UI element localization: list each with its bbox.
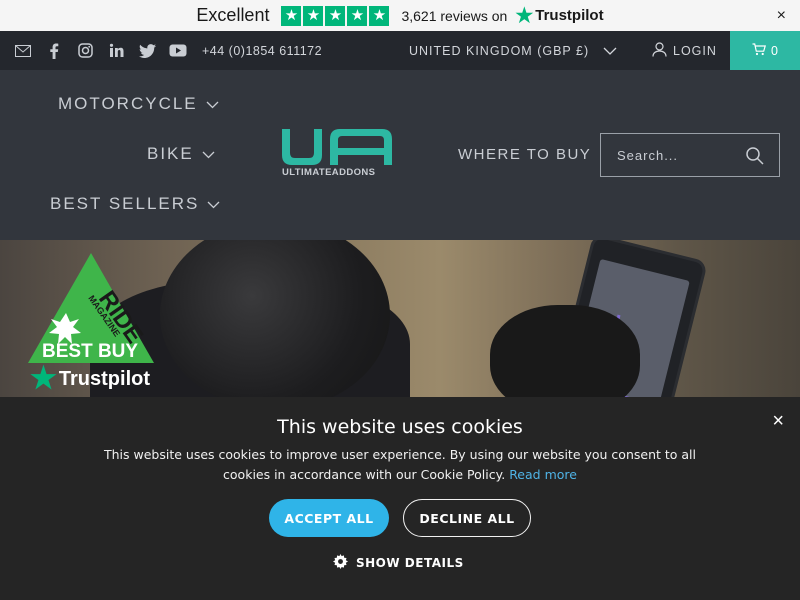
currency-label: UNITED KINGDOM (GBP £)	[409, 43, 590, 58]
gear-icon	[333, 554, 348, 572]
social-links: +44 (0)1854 611172	[14, 31, 322, 70]
chevron-down-icon	[603, 44, 617, 58]
hero-helmet	[160, 240, 390, 397]
twitter-icon[interactable]	[138, 42, 156, 60]
cart-count: 0	[771, 43, 778, 58]
site-header: MOTORCYCLE BIKE BEST SELLERS ULTIMATEADD…	[0, 70, 800, 240]
logo-text: ULTIMATEADDONS	[282, 167, 376, 178]
cookie-read-more-link[interactable]: Read more	[509, 467, 577, 482]
email-icon[interactable]	[14, 42, 32, 60]
utility-bar: +44 (0)1854 611172 UNITED KINGDOM (GBP £…	[0, 31, 800, 70]
hero-glove	[490, 305, 640, 397]
user-icon	[652, 41, 667, 60]
login-label: LOGIN	[673, 43, 717, 58]
trustpilot-bar: Excellent ★ ★ ★ ★ ★ 3,621 reviews on ★ T…	[0, 0, 800, 31]
star-icon: ★	[347, 5, 368, 26]
hero-trustpilot-text: Trustpilot	[58, 367, 151, 390]
trustpilot-stars: ★ ★ ★ ★ ★	[281, 5, 390, 26]
badge-best-buy-text: BEST BUY	[42, 341, 139, 362]
cookie-close-button[interactable]: ×	[772, 410, 784, 433]
search-input[interactable]	[617, 147, 737, 163]
trustpilot-star-icon: ★	[30, 362, 57, 395]
nav-label: BEST SELLERS	[50, 194, 200, 213]
star-icon: ★	[325, 5, 346, 26]
cart-icon	[752, 42, 767, 59]
nav-item-where-to-buy[interactable]: WHERE TO BUY	[458, 146, 591, 163]
trustpilot-brand-text: Trustpilot	[535, 7, 604, 24]
star-icon: ★	[369, 5, 390, 26]
star-icon: ★	[303, 5, 324, 26]
login-link[interactable]: LOGIN	[652, 31, 717, 70]
star-icon: ★	[281, 5, 302, 26]
chevron-down-icon	[207, 194, 220, 214]
search-icon[interactable]	[745, 146, 765, 166]
nav-item-bike[interactable]: BIKE	[147, 144, 215, 164]
nav-item-best-sellers[interactable]: BEST SELLERS	[50, 194, 220, 214]
show-details-toggle[interactable]: SHOW DETAILS	[333, 554, 464, 572]
chevron-down-icon	[206, 94, 219, 114]
hero-trustpilot-logo: ★ Trustpilot	[30, 364, 150, 394]
cookie-description: This website uses cookies to improve use…	[90, 445, 710, 485]
nav-label: BIKE	[147, 144, 194, 163]
cookie-text: This website uses cookies to improve use…	[103, 447, 696, 482]
cookie-title: This website uses cookies	[277, 416, 523, 438]
instagram-icon[interactable]	[76, 42, 94, 60]
trustpilot-star-icon: ★	[515, 5, 534, 27]
trustpilot-rating-text: Excellent	[196, 5, 270, 25]
show-details-label: SHOW DETAILS	[356, 556, 464, 570]
accept-all-button[interactable]: ACCEPT ALL	[269, 499, 389, 537]
search-box	[600, 133, 780, 177]
chevron-down-icon	[202, 144, 215, 164]
currency-selector[interactable]: UNITED KINGDOM (GBP £)	[409, 31, 617, 70]
nav-item-motorcycle[interactable]: MOTORCYCLE	[58, 94, 219, 114]
phone-number[interactable]: +44 (0)1854 611172	[202, 44, 322, 58]
facebook-icon[interactable]	[45, 42, 63, 60]
nav-label: MOTORCYCLE	[58, 94, 198, 113]
cookie-banner: This website uses cookies × This website…	[0, 397, 800, 600]
hero-banner[interactable]: RIDE MAGAZINE BEST BUY ★ Trustpilot	[0, 240, 800, 397]
decline-all-button[interactable]: DECLINE ALL	[403, 499, 531, 537]
linkedin-icon[interactable]	[107, 42, 125, 60]
trustpilot-close-button[interactable]: ×	[777, 7, 786, 25]
trustpilot-logo[interactable]: ★ Trustpilot	[515, 3, 603, 28]
youtube-icon[interactable]	[169, 42, 187, 60]
cart-button[interactable]: 0	[730, 31, 800, 70]
trustpilot-reviews-count[interactable]: 3,621 reviews on	[401, 8, 507, 24]
